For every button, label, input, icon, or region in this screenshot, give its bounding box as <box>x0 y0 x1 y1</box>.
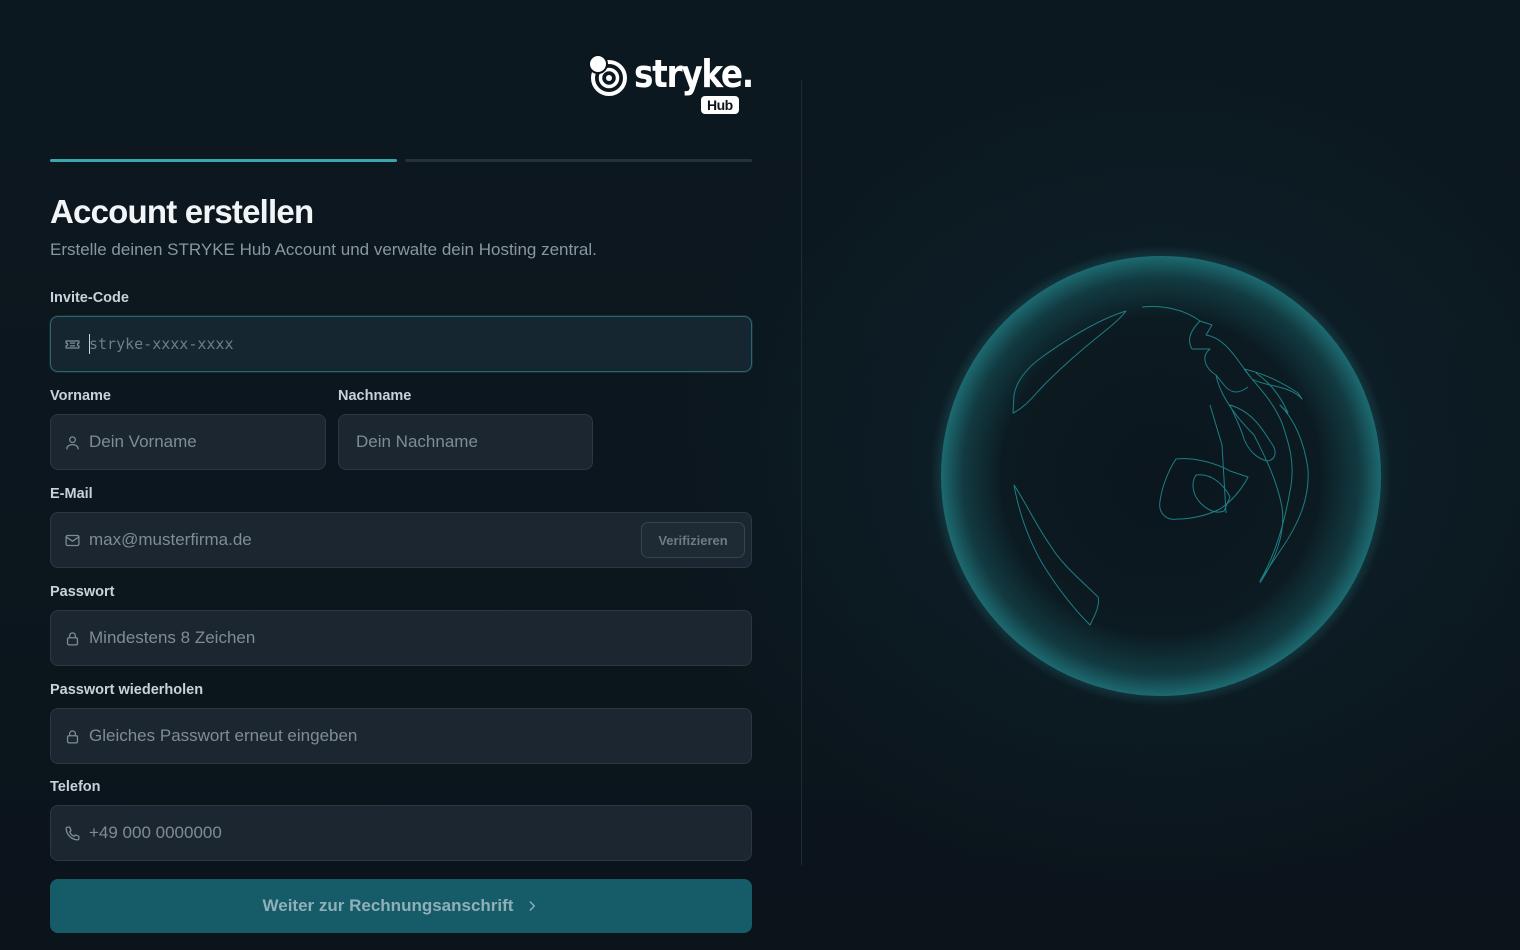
continue-button-label: Weiter zur Rechnungsanschrift <box>262 896 514 915</box>
firstname-input[interactable]: Dein Vorname <box>50 414 326 470</box>
progress-step-2 <box>405 159 752 162</box>
phone-icon <box>64 825 81 842</box>
globe-illustration <box>930 245 1392 707</box>
invite-code-label: Invite-Code <box>50 290 129 306</box>
continue-to-billing-button[interactable]: Weiter zur Rechnungsanschrift <box>50 879 752 933</box>
verify-email-button[interactable]: Verifizieren <box>641 522 745 558</box>
lastname-label: Nachname <box>338 388 412 404</box>
firstname-placeholder: Dein Vorname <box>89 432 197 451</box>
email-placeholder: max@musterfirma.de <box>89 530 252 549</box>
phone-input[interactable]: +49 000 0000000 <box>50 805 752 861</box>
page-title: Account erstellen <box>50 193 314 230</box>
progress-step-1 <box>50 159 397 162</box>
password-repeat-placeholder: Gleiches Passwort erneut eingeben <box>89 726 358 745</box>
panel-divider <box>801 80 802 865</box>
password-label: Passwort <box>50 584 115 600</box>
password-repeat-input[interactable]: Gleiches Passwort erneut eingeben <box>50 708 752 764</box>
password-repeat-label: Passwort wiederholen <box>50 682 204 698</box>
password-placeholder: Mindestens 8 Zeichen <box>89 628 256 647</box>
step-progress <box>50 159 752 163</box>
target-logo-icon <box>588 54 627 96</box>
invite-code-placeholder: stryke-xxxx-xxxx <box>89 335 234 353</box>
email-label: E-Mail <box>50 486 93 502</box>
brand-hub-badge: Hub <box>701 96 739 114</box>
firstname-label: Vorname <box>50 388 111 404</box>
email-input[interactable]: max@musterfirma.de Verifizieren <box>50 512 752 568</box>
signup-page: stryke. Hub Account erstellen Erstelle d… <box>0 0 1520 950</box>
password-input[interactable]: Mindestens 8 Zeichen <box>50 610 752 666</box>
chevron-right-icon <box>530 901 536 911</box>
page-subtitle: Erstelle deinen STRYKE Hub Account und v… <box>50 240 597 259</box>
lastname-input[interactable]: Dein Nachname <box>338 414 593 470</box>
user-icon <box>64 434 81 451</box>
invite-code-input[interactable]: stryke-xxxx-xxxx <box>50 316 752 372</box>
lastname-placeholder: Dein Nachname <box>356 432 478 451</box>
ticket-icon <box>64 336 81 353</box>
lock-icon <box>64 630 81 647</box>
mail-icon <box>64 532 81 549</box>
globe-icon <box>931 246 1391 706</box>
phone-placeholder: +49 000 0000000 <box>89 823 222 842</box>
brand-logo: stryke. Hub <box>588 50 754 120</box>
lock-icon <box>64 728 81 745</box>
brand-wordmark: stryke. <box>634 52 754 96</box>
phone-label: Telefon <box>50 779 101 795</box>
